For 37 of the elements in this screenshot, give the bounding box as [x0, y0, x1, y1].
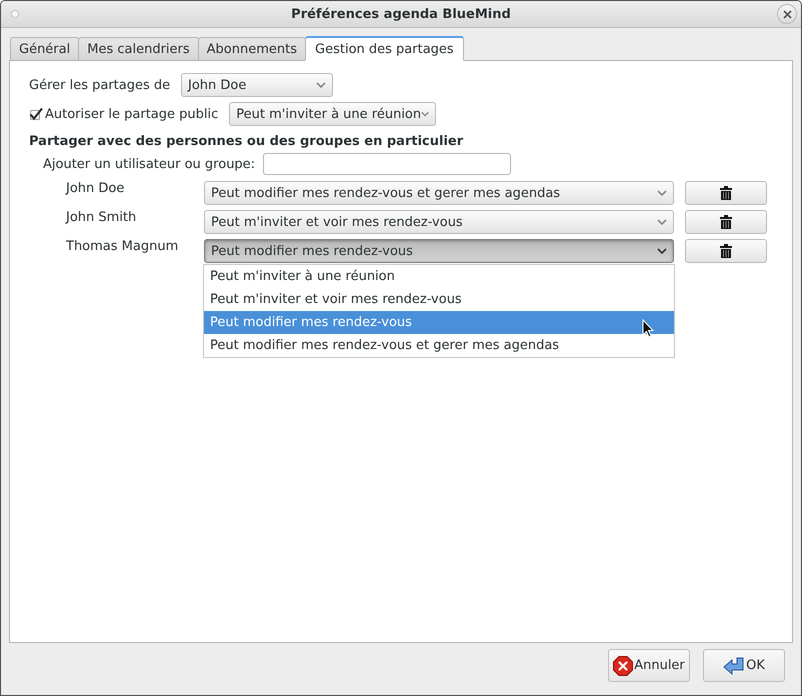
trash-icon [720, 215, 732, 229]
delete-button[interactable] [685, 239, 767, 263]
delete-button[interactable] [685, 181, 767, 205]
window-title: Préférences agenda BlueMind [290, 6, 512, 22]
user-name: John Smith [66, 210, 138, 226]
public-share-checkbox[interactable]: Autoriser le partage public [29, 106, 218, 122]
permission-dropdown[interactable]: Peut modifier mes rendez-vous et gerer mes agendas [204, 181, 674, 205]
mouse-pointer-icon [642, 319, 654, 338]
tab[interactable]: Gestion des partages [305, 36, 464, 61]
tab[interactable]: Abonnements [198, 37, 306, 60]
trash-icon [720, 244, 732, 258]
user-name: John Doe [66, 181, 126, 197]
chevron-down-icon [657, 219, 667, 225]
user-name: Thomas Magnum [66, 239, 180, 255]
field-label: Ajouter un utilisateur ou groupe: [43, 156, 256, 172]
field-label: Gérer les partages de [29, 78, 172, 92]
tab[interactable]: Général [10, 37, 80, 60]
cancel-button[interactable]: Annuler [608, 649, 690, 682]
permission-dropdown[interactable]: Peut m'inviter et voir mes rendez-vous [204, 210, 674, 234]
permission-dropdown[interactable]: Peut modifier mes rendez-vous [204, 239, 674, 263]
chevron-down-icon [657, 248, 667, 254]
section-heading: Partager avec des personnes ou des groupes en particulier [29, 133, 464, 150]
user-search-field[interactable] [263, 153, 511, 175]
chevron-down-icon [421, 111, 430, 117]
delete-button[interactable] [685, 210, 767, 234]
return-arrow-icon [723, 656, 746, 674]
close-button[interactable] [777, 4, 797, 24]
close-icon [782, 10, 792, 18]
public-permission-dropdown[interactable]: Peut m'inviter à une réunion [229, 102, 436, 126]
tab[interactable]: Mes calendriers [78, 37, 199, 60]
trash-icon [720, 186, 732, 200]
dot-icon [11, 10, 19, 18]
stop-x-icon [613, 656, 634, 676]
owner-dropdown[interactable]: John Doe [181, 73, 333, 97]
chevron-down-icon [316, 82, 326, 88]
ok-button[interactable]: OK [703, 649, 785, 682]
chevron-down-icon [657, 190, 667, 196]
